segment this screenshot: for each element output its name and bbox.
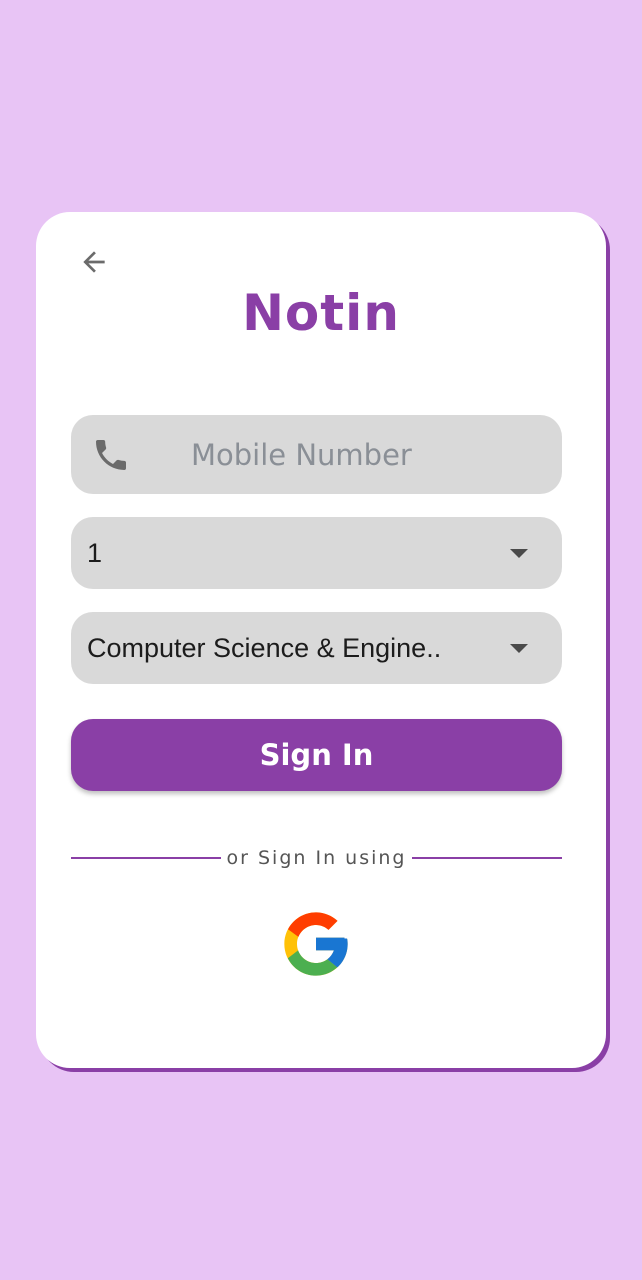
login-card: Notin 1 Computer Science & Engine.. Sign…	[36, 212, 606, 1068]
chevron-down-icon	[510, 549, 528, 558]
divider-line-left	[71, 857, 221, 859]
mobile-number-input[interactable]	[191, 415, 531, 494]
back-button[interactable]	[76, 244, 112, 280]
branch-select-value: Computer Science & Engine..	[87, 632, 442, 663]
google-signin-button[interactable]	[278, 906, 354, 982]
arrow-left-icon	[83, 251, 105, 273]
alt-signin-text: or Sign In using	[226, 847, 407, 869]
phone-icon	[96, 440, 126, 470]
divider-line-right	[412, 857, 562, 859]
branch-select[interactable]: Computer Science & Engine..	[71, 612, 562, 684]
sign-in-button[interactable]: Sign In	[71, 719, 562, 791]
semester-select-value: 1	[87, 537, 103, 568]
chevron-down-icon	[510, 644, 528, 653]
semester-select[interactable]: 1	[71, 517, 562, 589]
google-icon	[284, 912, 348, 976]
app-title: Notin	[242, 284, 400, 342]
alt-signin-divider: or Sign In using	[71, 844, 562, 872]
mobile-number-field[interactable]	[71, 415, 562, 494]
